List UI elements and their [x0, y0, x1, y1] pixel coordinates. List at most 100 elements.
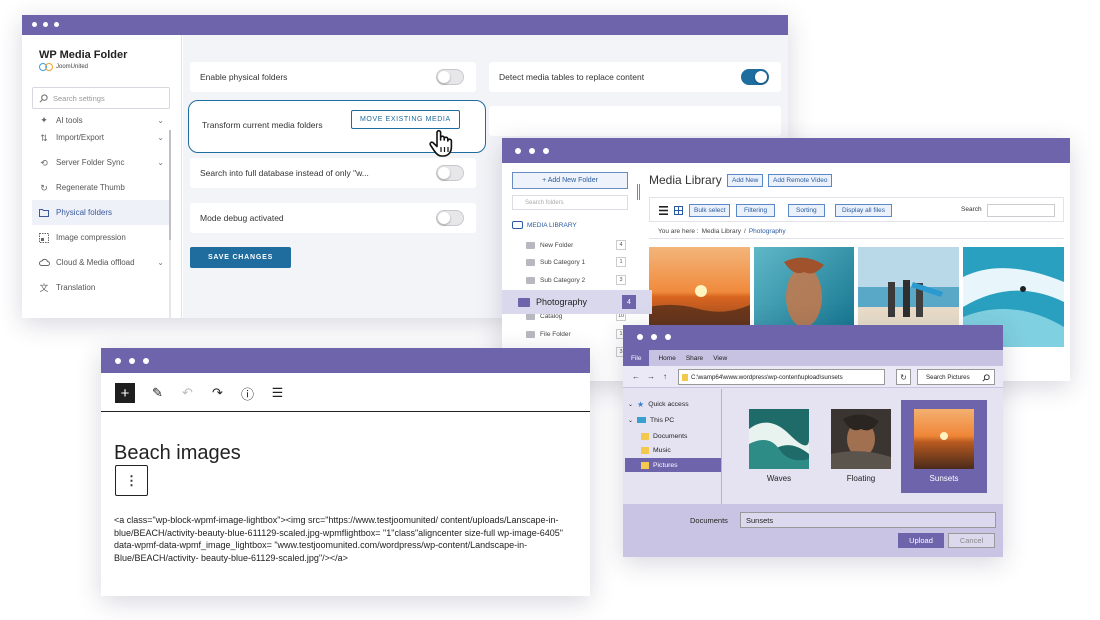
tree-item-this-pc[interactable]: ⌄ This PC — [628, 413, 674, 427]
cancel-button[interactable]: Cancel — [948, 533, 995, 548]
option-enable-physical: Enable physical folders — [190, 62, 476, 92]
add-new-folder-button[interactable]: + Add New Folder — [512, 172, 628, 189]
tree-item-pictures[interactable]: Pictures — [625, 458, 721, 472]
menu-item-translation[interactable]: 文 Translation — [32, 275, 170, 300]
move-existing-media-button[interactable]: MOVE EXISTING MEDIA — [351, 110, 460, 129]
menu-item-ai-tools[interactable]: ✦ AI tools ⌄ — [32, 115, 170, 125]
compression-icon — [39, 232, 49, 243]
address-bar: ← → ↑ C:\wamp64\www.wordpress\wp-content… — [623, 366, 1003, 388]
breadcrumb-current[interactable]: Photography — [749, 228, 786, 235]
media-search-input[interactable] — [987, 204, 1055, 217]
post-title[interactable]: Beach images — [114, 442, 241, 465]
back-arrow-icon[interactable]: ← — [632, 372, 640, 381]
media-library-root[interactable]: MEDIA LIBRARY — [512, 221, 577, 229]
folder-icon — [526, 241, 535, 249]
menu-item-cloud-offload[interactable]: Cloud & Media offload ⌄ — [32, 250, 170, 275]
folder-item[interactable]: New Folder 4 — [526, 238, 626, 252]
window-controls[interactable] — [637, 334, 671, 340]
ribbon-tab-home[interactable]: Home — [653, 355, 680, 362]
media-library-titlebar — [502, 138, 1070, 163]
block-editor-window: + ✎ ↶ ↷ ⓘ ☰ Beach images ⋮ <a class="wp-… — [101, 348, 590, 596]
outline-list-icon[interactable]: ☰ — [270, 385, 285, 401]
add-remote-video-button[interactable]: Add Remote Video — [768, 174, 833, 187]
file-name: Waves — [766, 474, 792, 483]
address-input[interactable]: C:\wamp64\www.wordpress\wp-content\uploa… — [678, 369, 885, 385]
folder-item[interactable]: Sub Category 2 3 — [526, 273, 626, 287]
edit-pencil-icon[interactable]: ✎ — [150, 385, 165, 401]
ribbon-tab-view[interactable]: View — [708, 355, 732, 362]
import-export-icon: ⇅ — [40, 132, 48, 143]
regenerate-icon: ↻ — [40, 182, 48, 193]
debug-toggle[interactable] — [436, 210, 464, 226]
menu-item-import-export[interactable]: ⇅ Import/Export ⌄ — [32, 125, 170, 150]
search-icon — [39, 93, 48, 102]
ai-tools-icon: ✦ — [40, 115, 48, 125]
folder-item[interactable]: Sub Category 1 1 — [526, 255, 626, 269]
breadcrumb-root[interactable]: Media Library — [702, 228, 741, 235]
file-item-sunsets[interactable]: Sunsets — [901, 400, 987, 493]
enable-physical-toggle[interactable] — [436, 69, 464, 85]
menu-item-server-sync[interactable]: ⟲ Server Folder Sync ⌄ — [32, 150, 170, 175]
ribbon-tab-file[interactable]: File — [623, 350, 650, 366]
explorer-footer: Documents Sunsets Upload Cancel — [623, 504, 1003, 557]
search-pictures-input[interactable]: Search Pictures — [917, 369, 995, 385]
folder-icon — [682, 374, 688, 381]
block-options-button[interactable]: ⋮ — [115, 465, 148, 496]
upload-button[interactable]: Upload — [898, 533, 944, 548]
sync-icon: ⟲ — [40, 157, 48, 168]
add-block-button[interactable]: + — [115, 383, 135, 403]
option-label: Transform current media folders — [202, 120, 323, 130]
chevron-down-icon: ⌄ — [157, 133, 164, 142]
search-full-toggle[interactable] — [436, 165, 464, 181]
filename-input[interactable]: Sunsets — [740, 512, 996, 528]
documents-label: Documents — [690, 516, 728, 525]
search-folders-input[interactable]: Search folders — [512, 195, 628, 210]
info-icon[interactable]: ⓘ — [240, 384, 255, 403]
refresh-button[interactable]: ↻ — [896, 369, 911, 385]
window-controls[interactable] — [515, 148, 549, 154]
tree-item-music[interactable]: Music — [641, 443, 671, 457]
tree-label: This PC — [650, 416, 675, 424]
search-folders-placeholder: Search folders — [525, 199, 564, 206]
grid-view-icon[interactable] — [674, 206, 683, 215]
folder-item[interactable]: File Folder 1 — [526, 327, 626, 341]
tree-item-quick-access[interactable]: ⌄ ★ Quick access — [628, 397, 689, 411]
editor-toolbar: + ✎ ↶ ↷ ⓘ ☰ — [115, 383, 285, 403]
sorting-button[interactable]: Sorting — [788, 204, 825, 217]
menu-item-regenerate-thumb[interactable]: ↻ Regenerate Thumb — [32, 175, 170, 200]
file-item-floating[interactable]: Floating — [818, 400, 904, 493]
list-view-icon[interactable] — [659, 206, 668, 215]
save-changes-button[interactable]: SAVE CHANGES — [190, 247, 291, 268]
explorer-titlebar — [623, 325, 1003, 350]
option-search-full: Search into full database instead of onl… — [190, 158, 476, 188]
window-controls[interactable] — [115, 358, 149, 364]
file-item-waves[interactable]: Waves — [736, 400, 822, 493]
undo-icon[interactable]: ↶ — [180, 385, 195, 401]
chevron-down-icon: ⌄ — [157, 116, 164, 125]
settings-search-input[interactable]: Search settings — [32, 87, 170, 109]
sidebar-scroll-thumb[interactable] — [169, 130, 171, 240]
window-controls[interactable] — [32, 22, 59, 27]
bulk-select-button[interactable]: Bulk select — [689, 204, 731, 217]
folder-count: 3 — [616, 275, 626, 285]
panel-resize-handle[interactable] — [637, 184, 640, 200]
add-new-button[interactable]: Add New — [727, 174, 764, 187]
redo-icon[interactable]: ↷ — [210, 385, 225, 401]
filtering-button[interactable]: Filtering — [736, 204, 776, 217]
ribbon-tab-share[interactable]: Share — [681, 355, 708, 362]
folder-name: File Folder — [540, 330, 571, 338]
up-arrow-icon[interactable]: ↑ — [663, 372, 667, 381]
menu-item-physical-folders[interactable]: Physical folders — [32, 200, 170, 225]
forward-arrow-icon[interactable]: → — [647, 372, 655, 381]
folder-item-photography[interactable]: Photography 4 — [502, 290, 652, 314]
editor-titlebar — [101, 348, 590, 373]
detect-tables-toggle[interactable] — [741, 69, 769, 85]
display-all-files-button[interactable]: Display all files — [835, 204, 892, 217]
html-code-block[interactable]: <a class="wp-block-wpmf-image-lightbox">… — [114, 514, 574, 564]
folder-icon — [641, 446, 649, 454]
image-thumbnail-waves — [749, 409, 809, 469]
tree-item-documents[interactable]: Documents — [641, 429, 687, 443]
file-explorer-window: File Home Share View ← → ↑ C:\wamp64\www… — [623, 325, 1003, 557]
menu-item-image-compression[interactable]: Image compression — [32, 225, 170, 250]
navigation-pane: ⌄ ★ Quick access ⌄ This PC Documents Mus… — [623, 389, 722, 504]
